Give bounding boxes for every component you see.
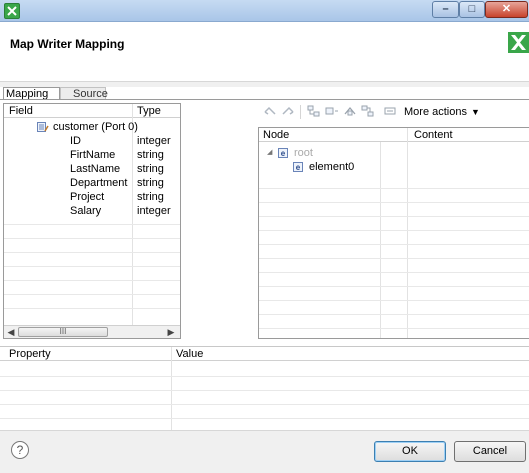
field-type: string [137, 191, 164, 203]
toolbar-separator [300, 105, 301, 119]
dialog-header: Map Writer Mapping [0, 22, 529, 82]
row-divider [259, 230, 529, 231]
dialog-footer: ? OK Cancel [0, 430, 529, 473]
field-name: Department [70, 177, 128, 189]
add-attribute-icon[interactable] [360, 105, 376, 119]
property-table-header: Property Value [0, 347, 529, 361]
row-divider [259, 328, 529, 329]
collapse-icon[interactable] [382, 105, 398, 119]
row-divider [259, 272, 529, 273]
node-label: root [294, 147, 313, 159]
table-row[interactable]: FirtName string [4, 148, 180, 162]
row-divider [259, 314, 529, 315]
add-child-icon[interactable] [306, 105, 322, 119]
dialog-title: Map Writer Mapping [10, 37, 125, 51]
table-row[interactable]: Project string [4, 190, 180, 204]
tab-divider [0, 99, 529, 100]
row-divider [259, 202, 529, 203]
row-divider [0, 376, 529, 377]
table-row[interactable]: LastName string [4, 162, 180, 176]
field-type: string [137, 149, 164, 161]
table-row[interactable]: ID integer [4, 134, 180, 148]
table-row[interactable]: Salary integer [4, 204, 180, 218]
chevron-down-icon[interactable]: ▼ [471, 105, 480, 119]
field-name: FirtName [70, 149, 116, 161]
row-divider [259, 244, 529, 245]
tree-node-element[interactable]: e element0 [259, 160, 529, 174]
help-icon[interactable]: ? [11, 441, 29, 459]
cancel-button[interactable]: Cancel [454, 441, 526, 462]
node-label: element0 [309, 161, 355, 173]
column-header-property[interactable]: Property [9, 347, 51, 361]
row-divider [259, 216, 529, 217]
row-divider [259, 286, 529, 287]
field-type: integer [137, 205, 171, 217]
field-type: string [137, 163, 164, 175]
field-name: LastName [70, 163, 121, 175]
row-divider [4, 266, 180, 267]
tab-source[interactable]: Source [60, 87, 108, 100]
column-header-field[interactable]: Field [9, 104, 33, 118]
element-icon: e [293, 162, 303, 172]
row-divider [259, 258, 529, 259]
table-row[interactable]: Department string [4, 176, 180, 190]
field-name: Salary [70, 205, 102, 217]
column-header-node[interactable]: Node [263, 128, 289, 142]
field-name: ID [70, 135, 81, 147]
column-header-type[interactable]: Type [137, 104, 161, 118]
minimize-button[interactable]: – [432, 1, 459, 18]
close-button[interactable]: ✕ [485, 1, 528, 18]
horizontal-scrollbar[interactable]: ◀ III ▶ [4, 325, 180, 338]
row-divider [4, 280, 180, 281]
app-logo-icon [508, 32, 529, 53]
scroll-left-arrow-icon[interactable]: ◀ [4, 326, 18, 338]
row-divider [0, 418, 529, 419]
field-type: string [137, 177, 164, 189]
title-bar: – □ ✕ [0, 0, 529, 22]
row-divider [4, 238, 180, 239]
field-table-header: Field Type [4, 104, 180, 118]
redo-icon[interactable] [280, 105, 296, 119]
field-name: Project [70, 191, 105, 203]
move-icon[interactable] [342, 105, 358, 119]
row-divider [4, 252, 180, 253]
element-icon: e [278, 148, 288, 158]
scroll-right-arrow-icon[interactable]: ▶ [164, 326, 178, 338]
row-divider [4, 294, 180, 295]
more-actions-menu[interactable]: More actions [404, 105, 467, 119]
row-divider [0, 404, 529, 405]
node-tree-table[interactable]: Node Content ◢ e root e element0 [258, 127, 529, 339]
root-label: customer (Port 0) [53, 121, 138, 133]
row-divider [259, 188, 529, 189]
property-table[interactable]: Property Value [0, 346, 529, 430]
undo-icon[interactable] [262, 105, 278, 119]
field-type: integer [137, 135, 171, 147]
maximize-button[interactable]: □ [459, 1, 485, 18]
row-divider [0, 390, 529, 391]
scrollbar-thumb[interactable]: III [18, 327, 108, 337]
app-icon [4, 3, 20, 19]
ok-button[interactable]: OK [374, 441, 446, 462]
column-header-value[interactable]: Value [176, 347, 203, 361]
field-table[interactable]: Field Type customer (Port 0) ID integer … [3, 103, 181, 339]
add-element-icon[interactable] [324, 105, 340, 119]
record-icon [37, 122, 49, 132]
row-divider [4, 308, 180, 309]
tab-mapping[interactable]: Mapping [3, 87, 60, 100]
row-divider [4, 224, 180, 225]
tree-node-root[interactable]: ◢ e root [259, 146, 529, 160]
column-header-content[interactable]: Content [414, 128, 453, 142]
expand-toggle-icon[interactable]: ◢ [267, 146, 272, 160]
tree-root-row[interactable]: customer (Port 0) [4, 120, 180, 134]
node-table-header: Node Content [259, 128, 529, 142]
row-divider [259, 300, 529, 301]
